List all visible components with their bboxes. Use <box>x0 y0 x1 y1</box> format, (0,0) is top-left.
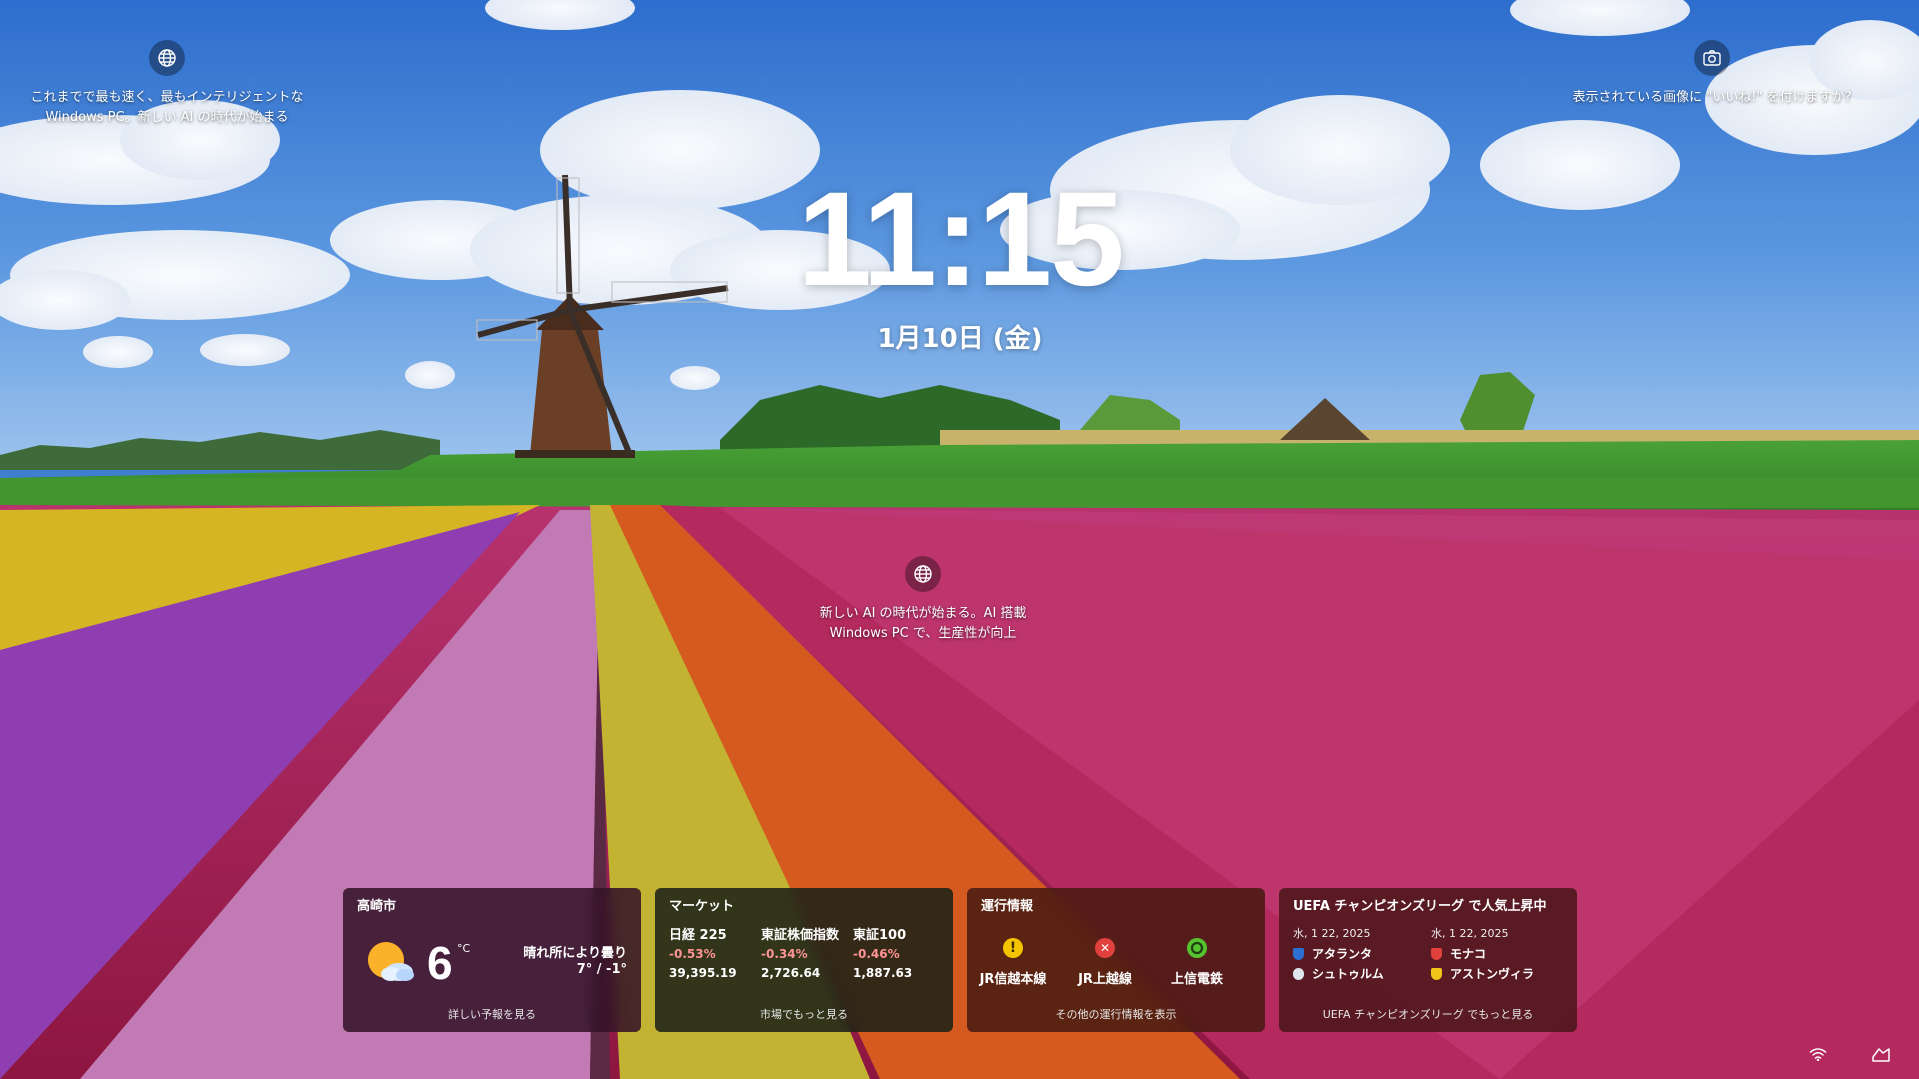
traffic-line-name: JR上越線 <box>1078 972 1132 987</box>
market-value: 2,726.64 <box>761 966 821 980</box>
ok-icon <box>1187 938 1207 958</box>
weather-unit: °C <box>457 942 471 955</box>
spotlight-text[interactable]: 新しい AI の時代が始まる。AI 搭載 Windows PC で、生産性が向上 <box>820 604 1027 644</box>
traffic-widget[interactable]: 運行情報 ! JR信越本線 ✕ JR上越線 上信電鉄 その他の運行情報を表示 <box>967 888 1265 1032</box>
market-item[interactable]: 東証100 -0.46% 1,887.63 <box>853 926 912 983</box>
football-title: UEFA チャンピオンズリーグ で人気上昇中 <box>1293 899 1547 914</box>
team-crest-icon <box>1431 968 1442 980</box>
spotlight-like-prompt[interactable]: 表示されている画像に "いいね!" を付けますか? <box>1573 40 1851 108</box>
market-name: 日経 225 <box>669 928 727 943</box>
spotlight-text-line[interactable]: 新しい AI の時代が始まる。AI 搭載 <box>820 604 1027 624</box>
traffic-line[interactable]: ! JR信越本線 <box>973 938 1053 987</box>
traffic-line-name: 上信電鉄 <box>1170 972 1223 987</box>
team-row: シュトゥルム <box>1293 964 1384 984</box>
spotlight-text-line[interactable]: Windows PC。新しい AI の時代が始まる <box>30 108 303 128</box>
weather-more-link[interactable]: 詳しい予報を見る <box>343 1007 641 1023</box>
team-name: シュトゥルム <box>1312 967 1384 981</box>
market-item[interactable]: 日経 225 -0.53% 39,395.19 <box>669 926 737 983</box>
weather-temperature: 6 <box>427 937 453 989</box>
spotlight-info-middle[interactable]: 新しい AI の時代が始まる。AI 搭載 Windows PC で、生産性が向上 <box>808 556 1038 644</box>
lock-screen-overlay: これまでで最も速く、最もインテリジェントな Windows PC。新しい AI … <box>0 0 1919 1079</box>
spotlight-text-line[interactable]: Windows PC で、生産性が向上 <box>820 624 1027 644</box>
team-crest-icon <box>1293 948 1304 960</box>
weather-widget[interactable]: 高崎市 6 °C 晴れ所により曇り 7° / -1° 詳しい予報を見る <box>343 888 641 1032</box>
error-icon: ✕ <box>1095 938 1115 958</box>
team-row: アストンヴィラ <box>1431 964 1534 984</box>
market-value: 39,395.19 <box>669 966 737 980</box>
market-item[interactable]: 東証株価指数 -0.34% 2,726.64 <box>761 926 839 983</box>
weather-condition: 晴れ所により曇り <box>523 946 627 961</box>
globe-icon[interactable] <box>149 40 185 76</box>
football-more-link[interactable]: UEFA チャンピオンズリーグ でもっと見る <box>1279 1007 1577 1023</box>
match-card[interactable]: 水, 1 22, 2025 アタランタ シュトゥルム <box>1293 924 1384 984</box>
team-row: モナコ <box>1431 944 1534 964</box>
camera-icon[interactable] <box>1694 40 1730 76</box>
team-name: アストンヴィラ <box>1450 967 1535 981</box>
match-date: 水, 1 22, 2025 <box>1431 927 1509 940</box>
like-prompt-text[interactable]: 表示されている画像に "いいね!" を付けますか? <box>1573 88 1852 108</box>
warning-icon: ! <box>1003 938 1023 958</box>
team-crest-icon <box>1431 948 1442 960</box>
team-row: アタランタ <box>1293 944 1384 964</box>
market-widget[interactable]: マーケット 日経 225 -0.53% 39,395.19 東証株価指数 -0.… <box>655 888 953 1032</box>
lock-date: 1月10日 (金) <box>877 324 1043 354</box>
spotlight-info-top-left[interactable]: これまでで最も速く、最もインテリジェントな Windows PC。新しい AI … <box>28 40 306 128</box>
football-widget[interactable]: UEFA チャンピオンズリーグ で人気上昇中 水, 1 22, 2025 アタラ… <box>1279 888 1577 1032</box>
traffic-line[interactable]: ✕ JR上越線 <box>1065 938 1145 987</box>
spotlight-text[interactable]: これまでで最も速く、最もインテリジェントな Windows PC。新しい AI … <box>30 88 303 128</box>
market-change: -0.46% <box>853 947 900 961</box>
market-value: 1,887.63 <box>853 966 913 980</box>
market-title: マーケット <box>669 899 735 914</box>
lock-clock: 11:15 <box>797 165 1124 314</box>
spotlight-text-line[interactable]: これまでで最も速く、最もインテリジェントな <box>30 88 303 108</box>
weather-location: 高崎市 <box>357 899 397 914</box>
accessibility-icon[interactable] <box>1871 1045 1891 1063</box>
sun-cloud-icon <box>368 942 414 981</box>
market-name: 東証株価指数 <box>761 928 840 943</box>
traffic-title: 運行情報 <box>981 899 1034 914</box>
traffic-line-name: JR信越本線 <box>979 972 1047 987</box>
lock-screen-system-tray <box>1809 1045 1891 1063</box>
match-card[interactable]: 水, 1 22, 2025 モナコ アストンヴィラ <box>1431 924 1534 984</box>
weather-high-low: 7° / -1° <box>576 962 627 977</box>
globe-icon[interactable] <box>905 556 941 592</box>
traffic-more-link[interactable]: その他の運行情報を表示 <box>967 1007 1265 1023</box>
match-date: 水, 1 22, 2025 <box>1293 927 1371 940</box>
team-name: アタランタ <box>1312 947 1373 961</box>
team-name: モナコ <box>1450 947 1487 961</box>
market-change: -0.34% <box>761 947 808 961</box>
traffic-line[interactable]: 上信電鉄 <box>1157 938 1237 987</box>
market-name: 東証100 <box>853 928 907 943</box>
wifi-icon[interactable] <box>1809 1047 1827 1061</box>
team-crest-icon <box>1293 968 1304 980</box>
market-change: -0.53% <box>669 947 716 961</box>
market-more-link[interactable]: 市場でもっと見る <box>655 1007 953 1023</box>
